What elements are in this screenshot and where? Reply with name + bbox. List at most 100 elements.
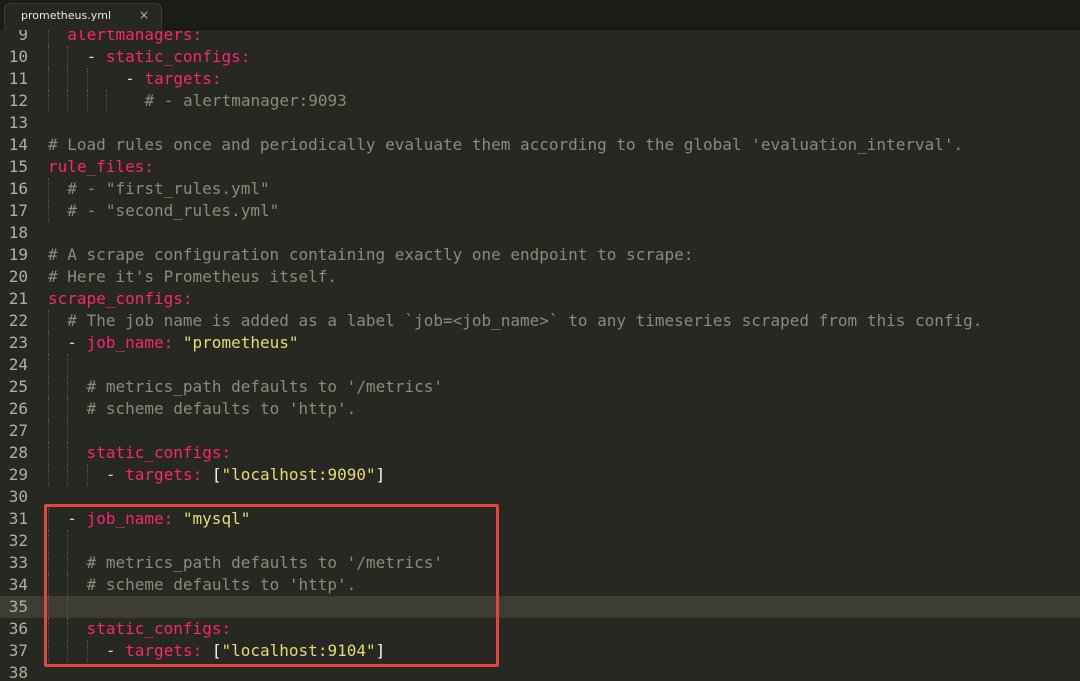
indent-guide	[67, 640, 69, 662]
code-token: job_name:	[86, 509, 174, 528]
line-number: 31	[8, 509, 28, 528]
code-line[interactable]: 34 # scheme defaults to 'http'.	[0, 574, 1080, 596]
code-line[interactable]: 10 - static_configs:	[0, 46, 1080, 68]
code-line[interactable]: 23 - job_name: "prometheus"	[0, 332, 1080, 354]
line-code: # scheme defaults to 'http'.	[87, 398, 357, 420]
line-number: 12	[8, 91, 28, 110]
indent-guide	[67, 596, 69, 618]
line-code: alertmanagers:	[67, 30, 202, 46]
line-number: 35	[8, 597, 28, 616]
line-number: 24	[8, 355, 28, 374]
code-token: targets:	[144, 69, 222, 88]
code-token: static_configs:	[86, 443, 232, 462]
indent-guide	[48, 376, 49, 398]
code-line[interactable]: 21 scrape_configs:	[0, 288, 1080, 310]
code-line[interactable]: 13	[0, 112, 1080, 134]
line-number: 17	[8, 201, 28, 220]
indent-guide	[48, 30, 49, 46]
code-line[interactable]: 28 static_configs:	[0, 442, 1080, 464]
line-number: 29	[8, 465, 28, 484]
code-line[interactable]: 33 # metrics_path defaults to '/metrics'	[0, 552, 1080, 574]
code-line[interactable]: 29 - targets: ["localhost:9090"]	[0, 464, 1080, 486]
line-code: - targets:	[125, 68, 221, 90]
code-token: # metrics_path defaults to '/metrics'	[86, 377, 444, 396]
code-line[interactable]: 22 # The job name is added as a label `jo…	[0, 310, 1080, 332]
indent-guide	[48, 618, 49, 640]
code-line[interactable]: 20 # Here it's Prometheus itself.	[0, 266, 1080, 288]
code-token: targets:	[125, 641, 203, 660]
code-line[interactable]: 16 # - "first_rules.yml"	[0, 178, 1080, 200]
indent-guide	[67, 530, 69, 552]
close-icon[interactable]: ×	[139, 8, 149, 22]
indent-guide	[48, 508, 49, 530]
line-number: 28	[8, 443, 28, 462]
code-line[interactable]: 19 # A scrape configuration containing ex…	[0, 244, 1080, 266]
line-number: 33	[8, 553, 28, 572]
indent-guide	[86, 464, 88, 486]
code-token: rule_files:	[48, 157, 154, 176]
indent-guide	[67, 420, 69, 442]
line-number: 18	[8, 223, 28, 242]
code-line[interactable]: 27	[0, 420, 1080, 442]
code-line[interactable]: 36 static_configs:	[0, 618, 1080, 640]
code-line[interactable]: 26 # scheme defaults to 'http'.	[0, 398, 1080, 420]
code-line[interactable]: 32	[0, 530, 1080, 552]
code-line[interactable]: 35	[0, 596, 1080, 618]
code-editor[interactable]: 9 alertmanagers: 10 - static_configs: 11 - ta…	[0, 30, 1080, 681]
code-line[interactable]: 25 # metrics_path defaults to '/metrics'	[0, 376, 1080, 398]
code-line[interactable]: 37 - targets: ["localhost:9104"]	[0, 640, 1080, 662]
editor-window: prometheus.yml × 9 alertmanagers: 10 - stat…	[0, 0, 1080, 681]
code-token: -	[125, 69, 145, 88]
indent-guide	[48, 90, 49, 112]
code-line[interactable]: 24	[0, 354, 1080, 376]
indent-guide	[48, 442, 49, 464]
code-token: "prometheus"	[182, 333, 299, 352]
line-code: - job_name: "prometheus"	[67, 332, 298, 354]
line-number: 25	[8, 377, 28, 396]
line-number: 22	[8, 311, 28, 330]
indent-guide	[67, 354, 69, 376]
code-line[interactable]: 14 # Load rules once and periodically eva…	[0, 134, 1080, 156]
code-token: # metrics_path defaults to '/metrics'	[86, 553, 444, 572]
line-code: # - "first_rules.yml"	[67, 178, 269, 200]
line-code: - static_configs:	[87, 46, 251, 68]
indent-guide	[67, 618, 69, 640]
tab-prometheus-yml[interactable]: prometheus.yml ×	[4, 3, 162, 30]
code-token: static_configs:	[105, 47, 251, 66]
indent-guide	[67, 46, 69, 68]
indent-guide	[67, 552, 69, 574]
code-line[interactable]: 12 # - alertmanager:9093	[0, 90, 1080, 112]
code-token: # - alertmanager:9093	[144, 91, 347, 110]
indent-guide	[48, 640, 49, 662]
line-number: 14	[8, 135, 28, 154]
code-token: [	[202, 465, 222, 484]
code-line[interactable]: 31 - job_name: "mysql"	[0, 508, 1080, 530]
code-token: "localhost:9104"	[221, 641, 376, 660]
line-number: 30	[8, 487, 28, 506]
tab-bar: prometheus.yml ×	[0, 0, 1080, 30]
line-code: # Here it's Prometheus itself.	[48, 266, 337, 288]
indent-guide	[48, 464, 49, 486]
code-token: targets:	[125, 465, 203, 484]
indent-guide	[48, 420, 49, 442]
code-line[interactable]: 30	[0, 486, 1080, 508]
code-token: -	[67, 509, 87, 528]
indent-guide	[86, 90, 88, 112]
line-code: # metrics_path defaults to '/metrics'	[87, 376, 443, 398]
code-line[interactable]: 17 # - "second_rules.yml"	[0, 200, 1080, 222]
line-code: - job_name: "mysql"	[67, 508, 250, 530]
code-line[interactable]: 18	[0, 222, 1080, 244]
code-line[interactable]: 15 rule_files:	[0, 156, 1080, 178]
indent-guide	[48, 200, 49, 222]
line-code: scrape_configs:	[48, 288, 193, 310]
line-code: static_configs:	[87, 442, 232, 464]
code-line[interactable]: 38	[0, 662, 1080, 681]
code-line[interactable]: 9 alertmanagers:	[0, 30, 1080, 46]
code-token: scrape_configs:	[48, 289, 193, 308]
code-token: -	[86, 47, 106, 66]
code-token: # scheme defaults to 'http'.	[86, 575, 357, 594]
code-line[interactable]: 11 - targets:	[0, 68, 1080, 90]
code-token: -	[67, 333, 87, 352]
